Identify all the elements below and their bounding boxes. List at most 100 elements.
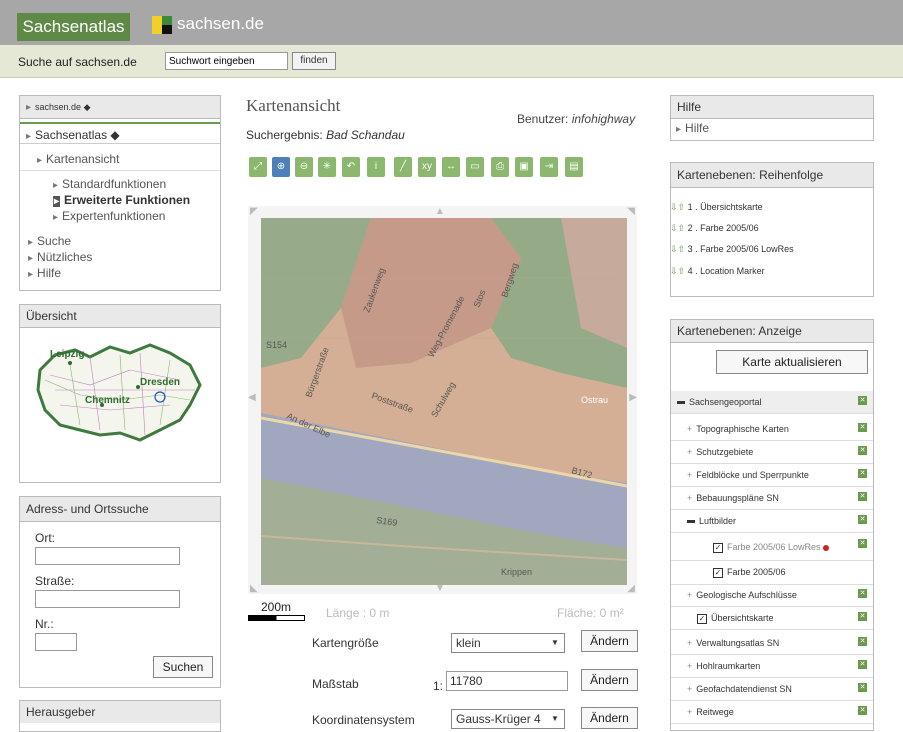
nr-input[interactable]: [35, 633, 77, 651]
collapse-icon: [687, 520, 695, 524]
nav-item-suche[interactable]: ▸ Suche: [28, 234, 71, 248]
undo-icon[interactable]: ↶: [342, 157, 360, 177]
sachsen-logo-text[interactable]: sachsen.de: [177, 14, 264, 34]
layer-row[interactable]: + Geologische Aufschlüsse ✕: [671, 584, 873, 607]
top-bar: Sachsenatlas sachsen.de: [0, 0, 903, 45]
find-button[interactable]: finden: [292, 52, 336, 70]
remove-layer-icon[interactable]: ✕: [858, 446, 867, 455]
expand-icon: +: [687, 447, 693, 457]
measure-line-icon[interactable]: ╱: [394, 157, 412, 177]
remove-layer-icon[interactable]: ✕: [858, 683, 867, 692]
sachsenatlas-tab[interactable]: Sachsenatlas: [17, 13, 130, 41]
export-icon[interactable]: ⇥: [540, 157, 558, 177]
layer-row[interactable]: + Hohlraumkarten ✕: [671, 655, 873, 678]
pan-northeast-icon[interactable]: ◥: [627, 206, 635, 217]
map-size-select[interactable]: klein ▼: [451, 633, 565, 653]
chevron-right-icon: ▸: [28, 237, 34, 248]
remove-layer-icon[interactable]: ✕: [858, 706, 867, 715]
remove-layer-icon[interactable]: ✕: [858, 660, 867, 669]
sachsen-logo-icon: [152, 16, 172, 34]
order-item-2[interactable]: ⇩⇧ 2 . Farbe 2005/06: [670, 223, 759, 234]
address-search-button[interactable]: Suchen: [153, 656, 213, 678]
help-link[interactable]: ▸ Hilfe: [676, 121, 709, 135]
pan-north-icon[interactable]: ▲: [435, 206, 445, 217]
length-readout: Länge : 0 m: [326, 606, 390, 620]
pan-east-icon[interactable]: ▶: [629, 392, 637, 403]
saxony-overview-map[interactable]: Leipzig Dresden Chemnitz: [30, 335, 210, 455]
scale-input[interactable]: 11780: [446, 671, 568, 691]
pan-northwest-icon[interactable]: ◤: [250, 206, 258, 217]
scale-prefix: 1:: [433, 679, 444, 693]
chevron-right-icon: ▸: [28, 269, 34, 280]
nav-item-erweitert[interactable]: ▸ Erweiterte Funktionen: [53, 193, 190, 207]
map-size-change-button[interactable]: Ändern: [581, 630, 638, 652]
layer-row[interactable]: + Bebauungspläne SN ✕: [671, 487, 873, 510]
active-marker-icon: ▸: [53, 196, 61, 207]
aerial-map[interactable]: Zaukenweg Weg-Promenade Stos Bergweg S15…: [261, 218, 627, 585]
nav-item-hilfe[interactable]: ▸ Hilfe: [28, 266, 61, 280]
order-item-4[interactable]: ⇩⇧ 4 . Location Marker: [670, 266, 765, 277]
checkbox-checked-icon[interactable]: ✓: [697, 613, 707, 624]
scale-bar-label: 200m: [261, 600, 292, 614]
move-arrows-icon: ⇩⇧: [670, 266, 686, 276]
remove-layer-icon[interactable]: ✕: [858, 539, 867, 548]
remove-layer-icon[interactable]: ✕: [858, 612, 867, 621]
center-icon[interactable]: ✳: [318, 157, 336, 177]
strasse-input[interactable]: [35, 590, 180, 608]
layer-row[interactable]: Luftbilder ✕: [671, 510, 873, 533]
remove-layer-icon[interactable]: ✕: [858, 423, 867, 432]
expand-icon: +: [687, 684, 693, 694]
refresh-map-button[interactable]: Karte aktualisieren: [716, 350, 868, 374]
scale-change-button[interactable]: Ändern: [581, 669, 638, 691]
nav-root[interactable]: ▸ sachsen.de ◆: [20, 96, 220, 119]
remove-layer-icon[interactable]: ✕: [858, 396, 867, 405]
coord-system-select[interactable]: Gauss-Krüger 4 ▼: [451, 709, 565, 729]
print-icon[interactable]: ⎙: [491, 157, 509, 177]
pan-west-icon[interactable]: ◀: [248, 392, 256, 403]
checkbox-checked-icon[interactable]: ✓: [713, 542, 723, 553]
remove-layer-icon[interactable]: ✕: [858, 492, 867, 501]
open-folder-icon[interactable]: ▤: [565, 157, 583, 177]
overview-box: Übersicht Leipzig Dresden Chemnitz: [19, 304, 221, 483]
ort-input[interactable]: [35, 547, 180, 565]
layer-row[interactable]: + Reitwege ✕: [671, 701, 873, 724]
remove-layer-icon[interactable]: ✕: [858, 637, 867, 646]
status-dot-icon: [823, 544, 830, 551]
measure-area-icon[interactable]: ▭: [466, 157, 484, 177]
layer-row[interactable]: ✓ Übersichtskarte ✕: [671, 607, 873, 630]
pan-southwest-icon[interactable]: ◣: [250, 583, 258, 594]
pan-southeast-icon[interactable]: ◢: [627, 583, 635, 594]
layer-row[interactable]: + Schutzgebiete ✕: [671, 441, 873, 464]
layer-row[interactable]: + Topographische Karten ✕: [671, 418, 873, 441]
nav-section[interactable]: ▸ Sachsenatlas ◆: [20, 122, 220, 144]
order-item-3[interactable]: ⇩⇧ 3 . Farbe 2005/06 LowRes: [670, 244, 794, 255]
full-extent-icon[interactable]: ⤢: [249, 157, 267, 177]
address-title: Adress- und Ortssuche: [20, 497, 220, 522]
checkbox-checked-icon[interactable]: ✓: [713, 567, 723, 578]
nav-item-nuetzliches[interactable]: ▸ Nützliches: [28, 250, 92, 264]
nav-item-experten[interactable]: ▸ Expertenfunktionen: [53, 209, 165, 223]
search-input[interactable]: [165, 52, 288, 70]
zoom-out-icon[interactable]: ⊖: [295, 157, 313, 177]
zoom-in-icon[interactable]: ⊕: [272, 157, 290, 177]
map-label-12: Krippen: [501, 567, 532, 577]
layer-row[interactable]: Sachsengeoportal ✕: [671, 391, 873, 414]
nav-sub-kartenansicht[interactable]: ▸ Kartenansicht: [37, 152, 119, 166]
nav-item-standard[interactable]: ▸ Standardfunktionen: [53, 177, 166, 191]
layer-row[interactable]: ✓ Farbe 2005/06 LowRes ✕: [671, 534, 873, 561]
measure-distance-icon[interactable]: ↔: [442, 157, 460, 177]
layer-row[interactable]: ✓ Farbe 2005/06: [671, 560, 873, 585]
layer-row[interactable]: + Geofachdatendienst SN ✕: [671, 678, 873, 701]
info-icon[interactable]: i: [367, 157, 385, 177]
coordinates-icon[interactable]: xy: [418, 157, 436, 177]
order-item-1[interactable]: ⇩⇧ 1 . Übersichtskarte: [670, 202, 763, 213]
expand-icon: +: [687, 470, 693, 480]
save-icon[interactable]: ▣: [515, 157, 533, 177]
layer-row[interactable]: + Feldblöcke und Sperrpunkte ✕: [671, 464, 873, 487]
coord-change-button[interactable]: Ändern: [581, 707, 638, 729]
remove-layer-icon[interactable]: ✕: [858, 469, 867, 478]
remove-layer-icon[interactable]: ✕: [858, 589, 867, 598]
remove-layer-icon[interactable]: ✕: [858, 515, 867, 524]
chevron-right-icon: ▸: [26, 102, 32, 113]
layer-row[interactable]: + Verwaltungsatlas SN ✕: [671, 632, 873, 655]
